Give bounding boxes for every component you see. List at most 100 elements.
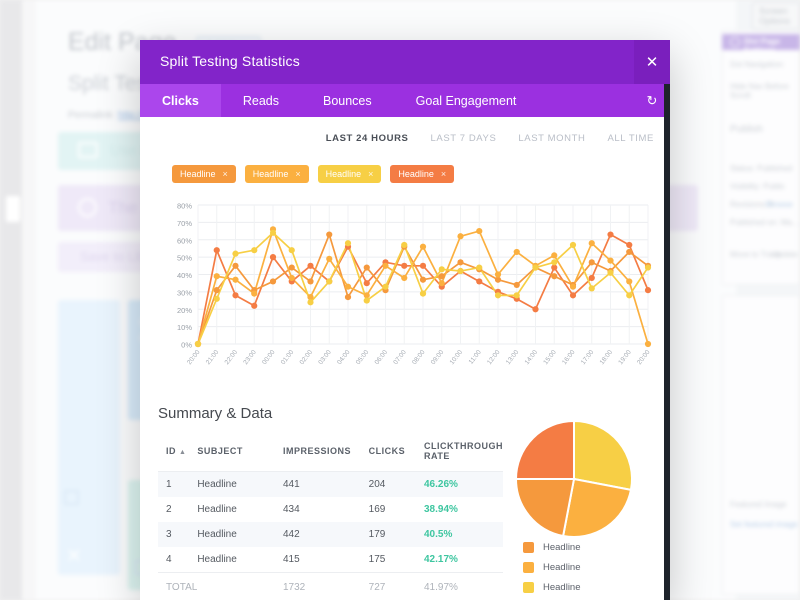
remove-tag-icon[interactable]: ×: [441, 169, 446, 179]
svg-text:16:00: 16:00: [561, 349, 577, 366]
table-row[interactable]: 3 Headline 442 179 40.5%: [158, 522, 503, 547]
legend-item-3[interactable]: Headline: [523, 582, 581, 593]
headline-tag-4[interactable]: Headline ×: [390, 165, 455, 183]
tab-reads[interactable]: Reads: [221, 84, 301, 117]
divi-logo-icon: [78, 198, 97, 217]
background-left-rail-inner: [22, 0, 36, 600]
background-publish-label: Publish: [730, 124, 763, 135]
svg-text:30%: 30%: [177, 288, 192, 297]
svg-text:23:00: 23:00: [242, 349, 258, 366]
range-all-time[interactable]: ALL TIME: [607, 133, 654, 144]
table-row[interactable]: 4 Headline 415 175 42.17%: [158, 547, 503, 573]
clicks-line-chart: 0% 10% 20% 30% 40% 50% 60% 70% 80% 20:00 21:00 22:0…: [158, 197, 658, 392]
headline-tag-1[interactable]: Headline ×: [172, 165, 236, 183]
svg-text:14:00: 14:00: [524, 349, 540, 366]
cell-impressions: 434: [282, 504, 300, 515]
total-subject: [197, 572, 283, 600]
background-featured-image-label: Featured Image: [730, 500, 787, 509]
table-body: 1 Headline 441 204 46.26% 2 Headline 434 169 38.9…: [158, 471, 503, 600]
table-header: ID ▲ SUBJECT IMPRESSIONS CLICKS CLICKTHR…: [158, 435, 503, 472]
col-id[interactable]: ID ▲: [158, 435, 198, 472]
range-last-24-hours[interactable]: LAST 24 HOURS: [326, 133, 409, 144]
cell-clicks: 175: [368, 554, 386, 565]
col-id-label: ID: [166, 446, 176, 456]
svg-text:00:00: 00:00: [261, 349, 277, 366]
remove-tag-icon[interactable]: ×: [223, 169, 228, 179]
background-update-button: Update: [772, 250, 798, 259]
headline-tag-label: Headline: [325, 169, 362, 179]
svg-text:07:00: 07:00: [392, 349, 408, 366]
modal-body: LAST 24 HOURS LAST 7 DAYS LAST MONTH ALL…: [140, 117, 670, 600]
svg-text:09:00: 09:00: [430, 349, 446, 366]
svg-text:01:00: 01:00: [280, 349, 296, 366]
svg-text:03:00: 03:00: [317, 349, 333, 366]
editor-icon: [78, 142, 98, 158]
svg-text:50%: 50%: [177, 254, 192, 263]
background-left-rail: [0, 0, 22, 600]
total-label: TOTAL: [158, 572, 198, 600]
tab-clicks[interactable]: Clicks: [140, 84, 221, 117]
svg-text:08:00: 08:00: [411, 349, 427, 366]
cell-clicks: 179: [368, 529, 386, 540]
svg-text:02:00: 02:00: [299, 349, 315, 366]
headline-tag-label: Headline: [252, 169, 289, 179]
legend-item-2[interactable]: Headline: [523, 562, 581, 573]
svg-text:11:00: 11:00: [468, 349, 483, 366]
remove-tag-icon[interactable]: ×: [368, 169, 373, 179]
headline-tag-label: Headline: [180, 169, 216, 179]
modal-scrollbar[interactable]: [664, 84, 670, 600]
svg-text:13:00: 13:00: [505, 349, 521, 366]
svg-text:70%: 70%: [177, 219, 192, 228]
table-row[interactable]: 2 Headline 434 169 38.94%: [158, 497, 503, 522]
cell-clicks: 204: [368, 479, 386, 490]
table-row[interactable]: 1 Headline 441 204 46.26%: [158, 471, 503, 497]
legend-swatch: [523, 562, 534, 573]
tab-goal-engagement[interactable]: Goal Engagement: [394, 84, 539, 117]
background-status-label: Status: Published: [730, 164, 793, 173]
background-visibility-label: Visibility: Public: [730, 182, 785, 191]
svg-text:60%: 60%: [177, 236, 192, 245]
remove-tag-icon[interactable]: ×: [295, 169, 300, 179]
svg-text:15:00: 15:00: [542, 349, 558, 366]
sort-ascending-icon: ▲: [179, 449, 187, 456]
tab-bounces[interactable]: Bounces: [301, 84, 394, 117]
cell-impressions: 415: [282, 554, 300, 565]
close-icon[interactable]: ✕: [634, 40, 670, 84]
background-revisions-link: Browse: [766, 200, 793, 209]
modal-tab-bar: Clicks Reads Bounces Goal Engagement ↻: [140, 84, 670, 117]
svg-text:20%: 20%: [177, 306, 192, 315]
svg-text:17:00: 17:00: [580, 349, 596, 366]
svg-text:21:00: 21:00: [205, 349, 221, 366]
col-impressions[interactable]: IMPRESSIONS: [282, 435, 369, 472]
cell-id: 4: [166, 554, 172, 565]
background-dot-navigation-label: Dot Navigation:: [730, 60, 785, 69]
background-screen-options: Screen Options: [752, 2, 800, 30]
headline-tag-2[interactable]: Headline ×: [244, 165, 309, 183]
total-impressions: 1732: [282, 572, 369, 600]
legend-label: Headline: [543, 562, 581, 573]
summary-section-title: Summary & Data: [158, 405, 273, 422]
svg-text:10:00: 10:00: [449, 349, 465, 366]
background-set-featured-image-link: Set featured image: [730, 520, 798, 529]
legend-item-1[interactable]: Headline: [523, 542, 581, 553]
divi-logo-icon: [730, 37, 740, 47]
legend-swatch: [523, 582, 534, 593]
svg-text:04:00: 04:00: [336, 349, 352, 366]
svg-text:40%: 40%: [177, 271, 192, 280]
col-clicks[interactable]: CLICKS: [368, 435, 424, 472]
range-last-month[interactable]: LAST MONTH: [518, 133, 585, 144]
svg-text:80%: 80%: [177, 202, 192, 211]
time-range-filters: LAST 24 HOURS LAST 7 DAYS LAST MONTH ALL…: [326, 133, 654, 144]
clicks-pie-chart: [512, 417, 662, 552]
col-clickthrough-rate[interactable]: CLICKTHROUGH RATE: [424, 435, 503, 472]
cell-impressions: 441: [282, 479, 300, 490]
cell-subject: Headline: [197, 529, 237, 540]
table-header-row: ID ▲ SUBJECT IMPRESSIONS CLICKS CLICKTHR…: [158, 435, 503, 472]
headline-tag-3[interactable]: Headline ×: [317, 165, 382, 183]
module-delete-icon: ✕: [66, 546, 82, 567]
range-last-7-days[interactable]: LAST 7 DAYS: [431, 133, 497, 144]
background-collapse-arrow: [6, 196, 20, 222]
col-subject[interactable]: SUBJECT: [197, 435, 283, 472]
cell-subject: Headline: [197, 554, 237, 565]
cell-id: 1: [166, 479, 172, 490]
